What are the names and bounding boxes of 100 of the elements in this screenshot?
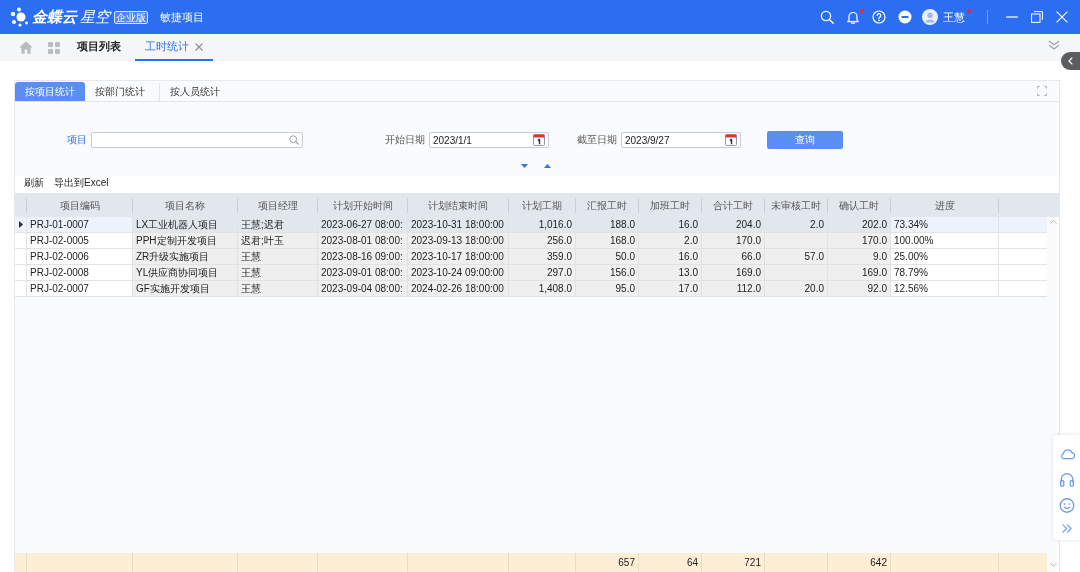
table-cell: 170.0 (828, 233, 891, 249)
logo-dots-icon (10, 7, 28, 27)
table-cell: 169.0 (702, 265, 765, 281)
table-cell: 王慧 (238, 281, 318, 297)
table-cell: 66.0 (702, 249, 765, 265)
date-field[interactable]: 2023/9/27 (621, 132, 741, 148)
chevron-left-icon[interactable] (1068, 57, 1073, 65)
column-header[interactable]: 项目名称 (133, 198, 238, 213)
table-cell: YL供应商协同项目 (133, 265, 238, 281)
total-cell: 657 (576, 553, 639, 572)
close-icon[interactable] (195, 42, 203, 51)
grid-icon[interactable] (48, 41, 60, 54)
column-header[interactable]: 汇报工时 (576, 198, 639, 213)
caret-up-icon[interactable] (544, 164, 551, 168)
table-cell: 112.0 (702, 281, 765, 297)
table-cell: 256.0 (509, 233, 576, 249)
table-cell: 2023-10-31 18:00:00 (408, 217, 509, 233)
table-cell: ZR升级实施项目 (133, 249, 238, 265)
user-name[interactable]: 王慧 (943, 10, 965, 24)
total-cell: 64 (639, 553, 702, 572)
restore-icon[interactable] (1031, 11, 1043, 23)
search-icon[interactable] (820, 10, 834, 24)
help-icon[interactable] (872, 10, 886, 24)
table-cell: 2.0 (639, 233, 702, 249)
search-icon[interactable] (289, 135, 299, 145)
caret-down-icon[interactable] (521, 164, 528, 168)
view-tab[interactable]: 按人员统计 (159, 82, 230, 101)
table-cell: 2023-08-01 08:00: (318, 233, 408, 249)
calendar-icon[interactable] (725, 134, 737, 146)
table-cell: 92.0 (828, 281, 891, 297)
scroll-up-icon[interactable] (1049, 220, 1057, 224)
table-cell: 95.0 (576, 281, 639, 297)
smiley-icon[interactable] (1058, 498, 1075, 513)
table-cell: 50.0 (576, 249, 639, 265)
table-cell: 王慧;迟君 (238, 217, 318, 233)
avatar-icon[interactable] (922, 9, 938, 25)
table-row[interactable]: PRJ-02-0006 ZR升级实施项目 王慧 2023-08-16 09:00: 2023-10-17 18:00:00 359.0 50.0 16.0 66.0 57.0 9.0 25.00% (15, 249, 1047, 265)
table-cell: 13.0 (639, 265, 702, 281)
table-row[interactable]: PRJ-02-0007 GF实施开发项目 王慧 2023-09-04 08:00: 2024-02-26 18:00:00 1,408.0 95.0 17.0 112.0 20.0 92.0 12.56% (15, 281, 1047, 297)
table-cell: 2024-02-26 18:00:00 (408, 281, 509, 297)
table-cell: 156.0 (576, 265, 639, 281)
table-cell: 王慧 (238, 265, 318, 281)
scroll-down-icon[interactable] (1049, 563, 1057, 567)
row-pointer-icon (18, 221, 23, 228)
column-header[interactable]: 计划开始时间 (318, 198, 408, 213)
fullscreen-icon[interactable] (1037, 86, 1047, 96)
lookup-field[interactable] (91, 132, 303, 148)
table-cell: GF实施开发项目 (133, 281, 238, 297)
column-header[interactable]: 确认工时 (828, 198, 891, 213)
table-cell: 359.0 (509, 249, 576, 265)
field-label: 项目 (67, 133, 87, 147)
total-cell: 642 (828, 553, 891, 572)
brand-name: 金蝶云 (32, 7, 77, 27)
date-field[interactable]: 2023/1/1 (429, 132, 549, 148)
table-cell: 170.0 (702, 233, 765, 249)
table-cell: 2023-09-01 08:00: (318, 265, 408, 281)
bell-icon[interactable] (846, 10, 860, 24)
table-cell: LX工业机器人项目 (133, 217, 238, 233)
home-icon[interactable] (19, 41, 33, 54)
cloud-icon[interactable] (1058, 446, 1075, 461)
table-cell: 9.0 (828, 249, 891, 265)
table-row[interactable]: PRJ-02-0005 PPH定制开发项目 迟君;叶玉 2023-08-01 08:00: 2023-09-13 18:00:00 256.0 168.0 2.0 170.0 170.0 100.00% (15, 233, 1047, 249)
column-header[interactable]: 项目经理 (238, 198, 318, 213)
table-cell: 168.0 (576, 233, 639, 249)
collapse-handle[interactable] (1061, 52, 1080, 70)
table-row[interactable]: PRJ-02-0008 YL供应商协同项目 王慧 2023-09-01 08:00: 2023-10-24 09:00:00 297.0 156.0 13.0 169.0 169.0 78.79% (15, 265, 1047, 281)
field-label: 截至日期 (577, 133, 617, 147)
minus-circle-icon[interactable] (898, 10, 912, 24)
column-header[interactable]: 计划结束时间 (408, 198, 509, 213)
table-cell: 2023-06-27 08:00: (318, 217, 408, 233)
table-cell: 57.0 (765, 249, 828, 265)
table-cell: 297.0 (509, 265, 576, 281)
column-header[interactable]: 加班工时 (639, 198, 702, 213)
table-cell: PPH定制开发项目 (133, 233, 238, 249)
double-chevron-right-icon[interactable] (1061, 524, 1072, 533)
calendar-icon[interactable] (533, 134, 545, 146)
table-cell: 188.0 (576, 217, 639, 233)
column-header[interactable]: 未审核工时 (765, 198, 828, 213)
toolbar-button[interactable]: 导出到Excel (49, 176, 114, 190)
table-cell: 204.0 (702, 217, 765, 233)
app-title: 敏捷项目 (160, 9, 204, 25)
toolbar-button[interactable]: 刷新 (19, 176, 49, 190)
table-cell: 王慧 (238, 249, 318, 265)
table-row[interactable]: PRJ-01-0007 LX工业机器人项目 王慧;迟君 2023-06-27 08:00: 2023-10-31 18:00:00 1,016.0 188.0 16.0 204.0 2.0 202.0 73.34% (15, 217, 1047, 233)
table-cell: 2023-08-16 09:00: (318, 249, 408, 265)
table-cell: 16.0 (639, 217, 702, 233)
headset-icon[interactable] (1058, 472, 1075, 487)
table-cell: 2023-10-17 18:00:00 (408, 249, 509, 265)
total-cell: 721 (702, 553, 765, 572)
table-cell: 迟君;叶玉 (238, 233, 318, 249)
product-name: 星空 (80, 7, 110, 27)
table-cell: 169.0 (828, 265, 891, 281)
column-header[interactable]: 计划工期 (509, 198, 576, 213)
column-header[interactable]: 合计工时 (702, 198, 765, 213)
page-tab[interactable]: 项目列表 (67, 34, 131, 61)
double-chevron-down-icon[interactable] (1048, 40, 1060, 50)
column-header[interactable]: 项目编码 (27, 198, 133, 213)
view-tab[interactable]: 按部门统计 (85, 82, 155, 101)
table-cell: 1,016.0 (509, 217, 576, 233)
column-header[interactable]: 进度 (891, 198, 999, 213)
